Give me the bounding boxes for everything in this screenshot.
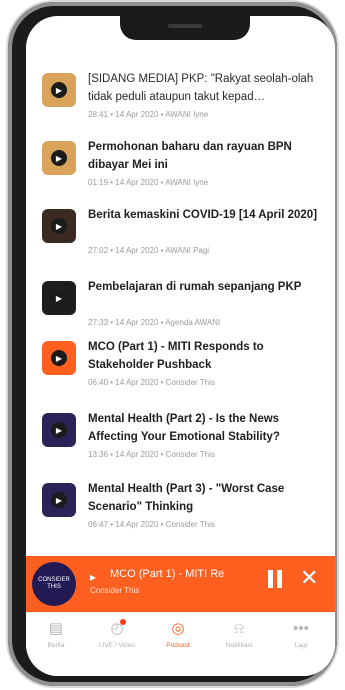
play-indicator-icon: ▸	[90, 570, 97, 584]
tab-lagi[interactable]: ••• Lagi	[273, 619, 329, 649]
more-icon: •••	[293, 620, 309, 637]
episode-item[interactable]: ▶ [SIDANG MEDIA] PKP: "Rakyat seolah-olah…	[26, 66, 335, 138]
play-icon: ▶	[51, 422, 67, 438]
mini-player[interactable]: CONSIDER THIS ▸ MCO (Part 1) - MITI Re C…	[26, 556, 335, 612]
episode-title[interactable]: Mental Health (Part 3) - "Worst Case Sce…	[88, 480, 324, 516]
episode-title[interactable]: Pembelajaran di rumah sepanjang PKP	[88, 278, 324, 296]
tab-podcast[interactable]: ◎ Podcast	[150, 619, 206, 649]
phone-frame: ▶ [SIDANG MEDIA] PKP: "Rakyat seolah-olah…	[8, 2, 337, 686]
episode-item[interactable]: ▶ Mental Health (Part 3) - "Worst Case Sc…	[26, 476, 335, 548]
play-icon: ▶	[51, 150, 67, 166]
episode-title[interactable]: MCO (Part 1) - MITI Responds to Stakehol…	[88, 338, 324, 374]
episode-item[interactable]: ▶ Berita kemaskini COVID-19 [14 April 202…	[26, 202, 335, 274]
pause-bar-right	[277, 570, 282, 588]
episode-title[interactable]: Berita kemaskini COVID-19 [14 April 2020…	[88, 206, 324, 224]
episode-thumbnail[interactable]: ▶	[42, 141, 76, 175]
episode-thumbnail[interactable]: ▶	[42, 209, 76, 243]
play-icon: ▶	[51, 492, 67, 508]
live-video-icon: ◴	[110, 620, 124, 637]
tab-label: Notifikasi	[225, 642, 253, 649]
episode-title[interactable]: Permohonan baharu dan rayuan BPN dibayar…	[88, 138, 324, 174]
episode-title[interactable]: Mental Health (Part 2) - Is the News Aff…	[88, 410, 324, 446]
tab-notifikasi[interactable]: ⍾ Notifikasi	[211, 619, 267, 649]
play-icon: ▶	[51, 82, 67, 98]
play-icon: ▶	[51, 350, 67, 366]
episode-item[interactable]: ▶ Permohonan baharu dan rayuan BPN dibaya…	[26, 134, 335, 206]
episode-meta: 27:02 • 14 Apr 2020 • AWANI Pagi	[88, 246, 210, 255]
episode-thumbnail[interactable]: ▶	[42, 281, 76, 315]
tab-label: Podcast	[166, 642, 190, 649]
podcast-icon: ◎	[171, 620, 185, 637]
episode-meta: 27:33 • 14 Apr 2020 • Agenda AWANI	[88, 318, 221, 327]
episode-meta: 06:40 • 14 Apr 2020 • Consider This	[88, 378, 215, 387]
episode-title[interactable]: [SIDANG MEDIA] PKP: "Rakyat seolah-olah …	[88, 70, 324, 106]
tab-label: Lagi	[294, 642, 308, 649]
live-indicator-badge	[120, 619, 126, 625]
pause-button[interactable]	[266, 570, 284, 592]
episode-item[interactable]: ▶ MCO (Part 1) - MITI Responds to Stakeho…	[26, 334, 335, 406]
episode-item[interactable]: ▶ Mental Health (Part 2) - Is the News Af…	[26, 406, 335, 478]
speaker-grille	[168, 24, 202, 28]
bottom-tab-bar: ▤ Berita ◴ LIVE / Video ◎ Podcast ⍾ Notifikasi •…	[26, 612, 335, 676]
episode-thumbnail[interactable]: ▶	[42, 73, 76, 107]
player-subtitle: Consider This	[90, 586, 140, 595]
episode-thumbnail[interactable]: ▶	[42, 341, 76, 375]
news-icon: ▤	[48, 620, 64, 637]
episode-thumbnail[interactable]: ▶	[42, 413, 76, 447]
player-artwork[interactable]: CONSIDER THIS	[32, 562, 76, 606]
tab-live-video[interactable]: ◴ LIVE / Video	[89, 619, 145, 649]
close-player-button[interactable]: ✕	[300, 566, 318, 590]
tab-label: LIVE / Video	[98, 642, 136, 649]
tab-label: Berita	[47, 642, 65, 649]
episode-meta: 13:36 • 14 Apr 2020 • Consider This	[88, 450, 215, 459]
episode-meta: 01:19 • 14 Apr 2020 • AWANI Iyne	[88, 178, 209, 187]
bell-icon: ⍾	[234, 620, 244, 637]
phone-notch	[120, 16, 250, 40]
episode-thumbnail[interactable]: ▶	[42, 483, 76, 517]
player-title[interactable]: MCO (Part 1) - MITI Re	[110, 568, 252, 580]
play-icon: ▶	[51, 218, 67, 234]
tab-berita[interactable]: ▤ Berita	[28, 619, 84, 649]
pause-bar-left	[268, 570, 273, 588]
player-artwork-text: CONSIDER THIS	[38, 577, 70, 590]
play-icon: ▶	[51, 290, 67, 306]
episode-meta: 28:41 • 14 Apr 2020 • AWANI Iyne	[88, 110, 209, 119]
episode-meta: 06:47 • 14 Apr 2020 • Consider This	[88, 520, 215, 529]
app-screen: ▶ [SIDANG MEDIA] PKP: "Rakyat seolah-olah…	[26, 16, 335, 676]
